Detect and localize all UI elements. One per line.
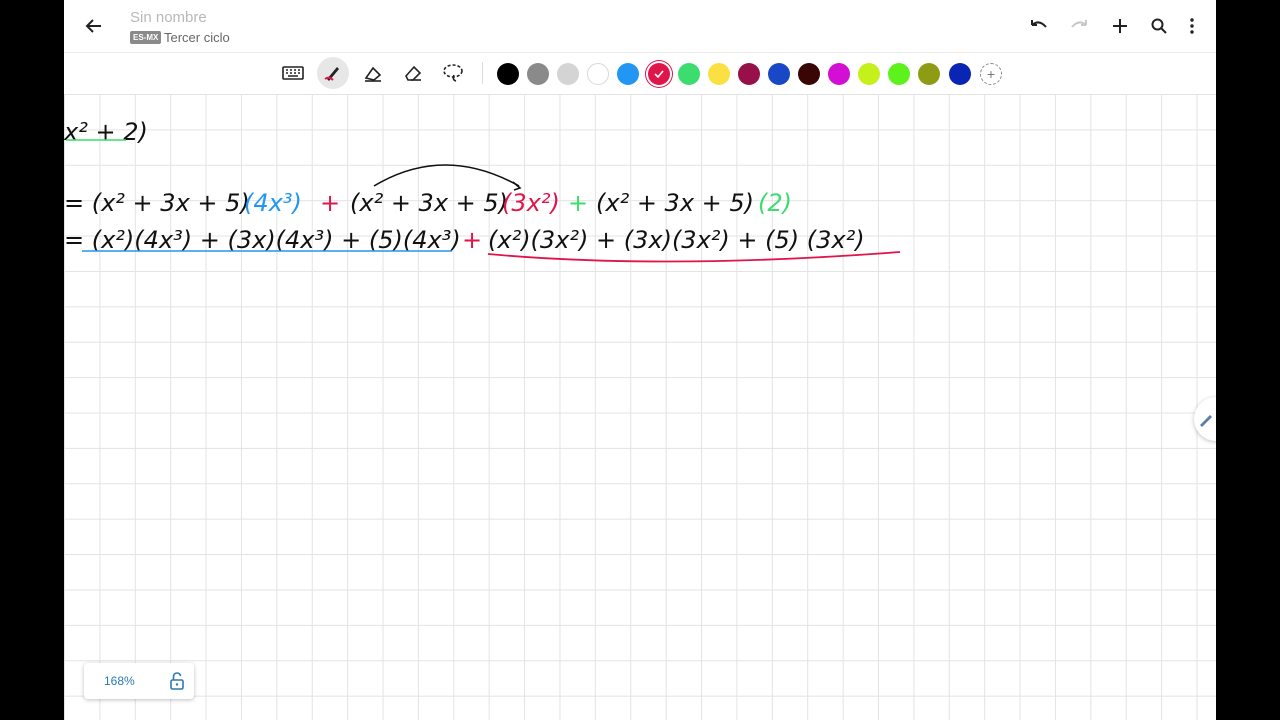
plus-icon: + xyxy=(986,66,996,82)
search-icon xyxy=(1151,18,1167,34)
note-canvas[interactable]: x² + 2) = (x² + 3x + 5) (4x³) + (x² + 3x… xyxy=(64,94,1216,720)
check-icon xyxy=(653,70,664,79)
undo-button[interactable] xyxy=(1026,14,1052,38)
ink-line1-factor3: (x² + 3x + 5) xyxy=(596,189,754,217)
ink-line2-plus: + xyxy=(462,226,482,254)
ink-line1-term3: (2) xyxy=(758,189,792,217)
ink-line2-red-group: (x²)(3x²) + (3x)(3x²) + (5) (3x²) xyxy=(488,226,865,254)
color-swatch[interactable] xyxy=(918,63,941,85)
add-color-button[interactable]: + xyxy=(980,63,1002,85)
ink-line1-term1: (4x³) xyxy=(244,189,302,217)
pen-tool[interactable] xyxy=(317,57,349,89)
back-arrow-icon xyxy=(85,19,101,33)
ink-line0: x² + 2) xyxy=(64,118,148,146)
app-window: Sin nombre ES-MX Tercer ciclo + x² + 2) … xyxy=(64,0,1216,720)
color-swatch[interactable] xyxy=(767,63,790,85)
ink-line1-factor1: = (x² + 3x + 5) xyxy=(64,189,250,217)
back-button[interactable] xyxy=(82,10,106,42)
search-button[interactable] xyxy=(1146,14,1172,38)
add-icon xyxy=(1113,19,1127,33)
pen-icon xyxy=(324,67,339,81)
ink-line1-factor2: (x² + 3x + 5) xyxy=(350,189,508,217)
redo-button[interactable] xyxy=(1066,14,1092,38)
unlock-icon[interactable] xyxy=(168,671,186,691)
drawing-toolbar: + xyxy=(64,53,1216,93)
ink-arc-arrow xyxy=(373,164,520,187)
more-vertical-icon xyxy=(1190,18,1194,34)
top-bar: Sin nombre ES-MX Tercer ciclo xyxy=(64,0,1216,53)
lasso-icon xyxy=(443,64,463,82)
color-swatch[interactable] xyxy=(677,63,700,85)
add-page-button[interactable] xyxy=(1107,14,1133,38)
zoom-level[interactable]: 168% xyxy=(104,674,135,688)
ink-line1-plus2: + xyxy=(568,189,588,217)
color-swatch[interactable] xyxy=(617,63,640,85)
highlighter-tool[interactable] xyxy=(357,57,389,89)
color-swatch[interactable] xyxy=(888,63,911,85)
language-badge: ES-MX xyxy=(130,31,162,44)
color-swatch[interactable] xyxy=(737,63,760,85)
color-swatch[interactable] xyxy=(707,63,730,85)
eraser-tool[interactable] xyxy=(397,57,429,89)
color-swatch[interactable] xyxy=(497,63,519,85)
color-swatch[interactable] xyxy=(828,63,851,85)
keyboard-icon xyxy=(282,66,304,80)
ink-line1-plus1: + xyxy=(320,189,340,217)
eraser-icon xyxy=(405,65,422,81)
more-options-button[interactable] xyxy=(1182,14,1202,38)
toolbar-divider xyxy=(482,62,483,84)
highlighter-icon xyxy=(364,66,382,82)
color-swatch[interactable] xyxy=(557,63,580,85)
color-swatch[interactable] xyxy=(587,63,610,85)
ink-line1-term2: (3x²) xyxy=(502,189,560,217)
color-swatch[interactable] xyxy=(527,63,550,85)
handwriting-layer: x² + 2) = (x² + 3x + 5) (4x³) + (x² + 3x… xyxy=(64,118,901,263)
redo-icon xyxy=(1071,20,1087,28)
color-swatch[interactable] xyxy=(858,63,881,85)
color-swatch[interactable] xyxy=(647,63,670,85)
ink-line2-blue-group: = (x²)(4x³) + (3x)(4x³) + (5)(4x³) xyxy=(64,226,461,254)
notebook-name[interactable]: Tercer ciclo xyxy=(164,30,230,45)
keyboard-tool[interactable] xyxy=(277,57,309,89)
zoom-control: 168% xyxy=(84,663,194,699)
note-title[interactable]: Sin nombre xyxy=(130,9,207,26)
color-swatch[interactable] xyxy=(798,63,820,85)
undo-icon xyxy=(1031,20,1047,28)
pencil-icon xyxy=(1200,415,1212,427)
color-swatch[interactable] xyxy=(948,63,971,85)
lasso-tool[interactable] xyxy=(437,57,469,89)
